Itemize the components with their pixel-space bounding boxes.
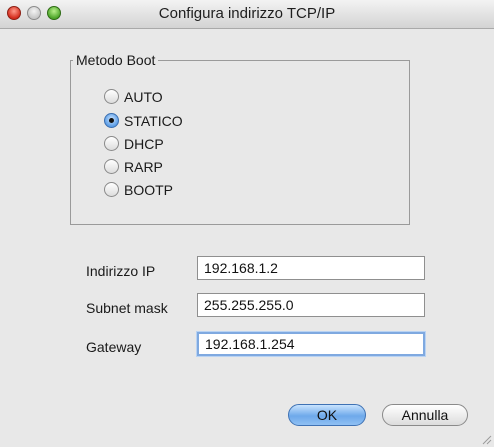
gateway-input[interactable] [197, 332, 425, 356]
ok-button[interactable]: OK [288, 404, 366, 426]
ip-address-input[interactable] [197, 256, 425, 280]
window-title: Configura indirizzo TCP/IP [158, 5, 336, 22]
boot-method-group [70, 60, 410, 225]
cancel-button[interactable]: Annulla [382, 404, 468, 426]
resize-grip-icon[interactable] [480, 433, 492, 445]
close-window-button[interactable] [7, 6, 21, 20]
radio-label: RARP [124, 159, 163, 175]
radio-label: AUTO [124, 89, 163, 105]
gateway-label: Gateway [86, 339, 142, 355]
radio-label: DHCP [124, 136, 164, 152]
subnet-mask-label: Subnet mask [86, 300, 168, 316]
radio-button[interactable] [104, 182, 119, 197]
radio-label: STATICO [124, 113, 183, 129]
ip-address-label: Indirizzo IP [86, 263, 156, 279]
minimize-window-button[interactable] [27, 6, 41, 20]
tcp-ip-dialog: Configura indirizzo TCP/IP Metodo Boot A… [0, 0, 494, 447]
zoom-window-button[interactable] [47, 6, 61, 20]
radio-label: BOOTP [124, 182, 174, 198]
radio-button-selected[interactable] [104, 113, 119, 128]
radio-button[interactable] [104, 136, 119, 151]
subnet-mask-input[interactable] [197, 293, 425, 317]
boot-method-label: Metodo Boot [73, 52, 159, 68]
title-bar[interactable]: Configura indirizzo TCP/IP [0, 0, 494, 29]
radio-button[interactable] [104, 89, 119, 104]
radio-button[interactable] [104, 159, 119, 174]
